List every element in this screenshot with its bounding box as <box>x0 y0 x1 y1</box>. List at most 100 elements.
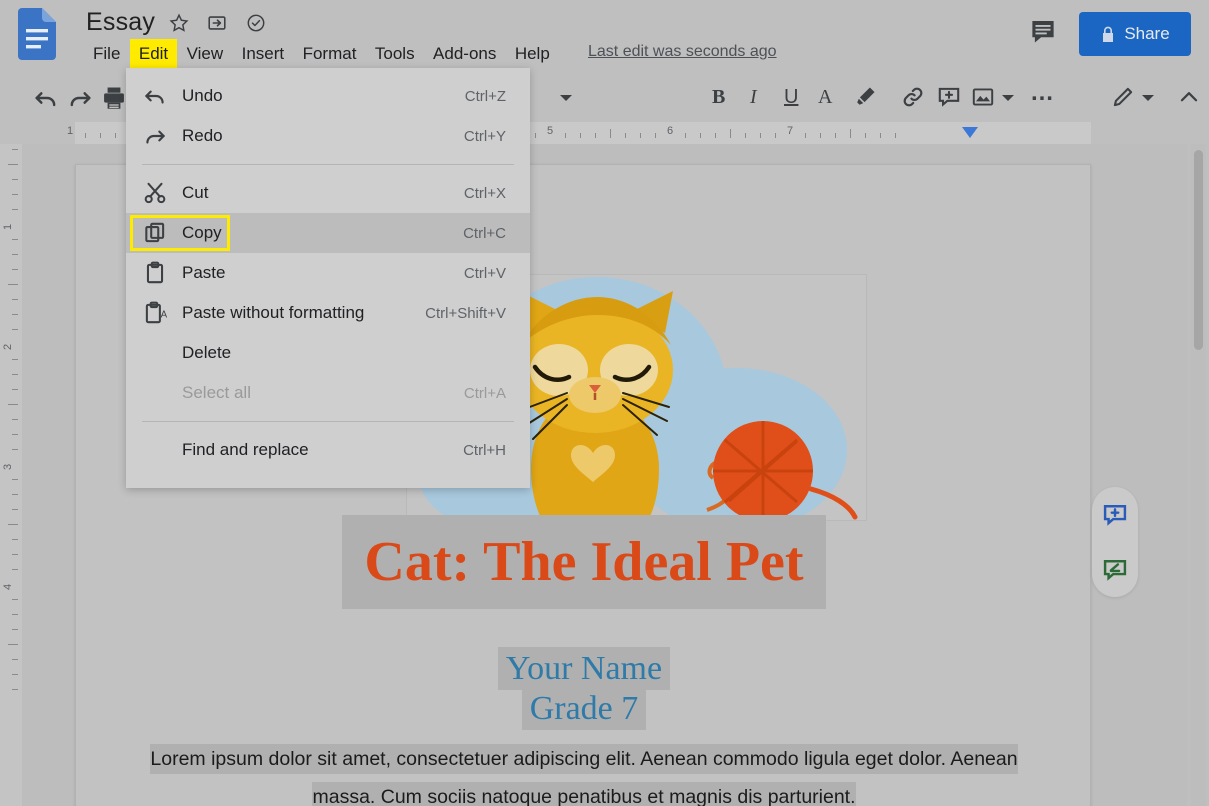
menu-format[interactable]: Format <box>296 41 364 67</box>
doc-heading[interactable]: Cat: The Ideal Pet <box>76 515 1092 609</box>
undo-icon <box>142 83 168 109</box>
last-edit-status[interactable]: Last edit was seconds ago <box>588 43 777 61</box>
ruler-tick <box>865 133 866 138</box>
comment-history-icon[interactable] <box>1028 16 1058 46</box>
document-title[interactable]: Essay <box>86 6 155 38</box>
no-icon <box>142 380 168 406</box>
ruler-tick <box>12 674 18 675</box>
menu-bar: File Edit View Insert Format Tools Add-o… <box>86 41 557 67</box>
menu-view[interactable]: View <box>180 41 231 67</box>
ruler-tick <box>12 359 18 360</box>
menu-edit[interactable]: Edit <box>131 41 176 67</box>
vertical-ruler[interactable]: 1 2 3 4 <box>0 144 22 806</box>
menu-item-copy[interactable]: Copy Ctrl+C <box>126 213 530 253</box>
menu-item-paste-without-formatting-shortcut: Ctrl+Shift+V <box>425 304 506 322</box>
cloud-saved-icon[interactable] <box>245 12 267 34</box>
bold-button[interactable]: B <box>712 86 725 109</box>
ruler-tick <box>12 434 18 435</box>
ruler-tick <box>835 133 836 138</box>
menu-item-redo-label: Redo <box>182 126 223 145</box>
menu-add-ons[interactable]: Add-ons <box>426 41 503 67</box>
menu-item-find-and-replace[interactable]: Find and replace Ctrl+H <box>126 430 530 470</box>
ruler-tick <box>745 133 746 138</box>
ruler-tick <box>12 329 18 330</box>
doc-heading-text: Cat: The Ideal Pet <box>342 515 826 609</box>
menu-item-redo-shortcut: Ctrl+Y <box>463 127 506 145</box>
ruler-tick <box>565 133 566 138</box>
ruler-tick <box>805 133 806 138</box>
ruler-tick <box>580 133 581 138</box>
ruler-tick <box>12 374 18 375</box>
editing-mode-caret-icon[interactable] <box>1138 88 1158 108</box>
ruler-tick <box>880 133 881 138</box>
docs-file-icon[interactable] <box>16 8 56 60</box>
ruler-tick <box>8 644 18 645</box>
doc-subtitle-name[interactable]: Your Name <box>76 647 1092 690</box>
menu-item-paste-without-formatting[interactable]: A Paste without formatting Ctrl+Shift+V <box>126 293 530 333</box>
highlighter-icon[interactable] <box>852 84 880 112</box>
chevron-up-icon[interactable] <box>1176 84 1204 112</box>
no-icon <box>142 437 168 463</box>
pencil-icon[interactable] <box>1110 84 1138 112</box>
menu-insert[interactable]: Insert <box>235 41 292 67</box>
ruler-tick <box>535 133 536 138</box>
image-dropdown-caret-icon[interactable] <box>998 88 1018 108</box>
ruler-number: 1 <box>66 125 74 137</box>
doc-subtitle-grade-text: Grade 7 <box>521 687 647 730</box>
menu-item-select-all-label: Select all <box>182 383 251 402</box>
clipboard-a-icon: A <box>142 300 168 326</box>
menu-item-cut[interactable]: Cut Ctrl+X <box>126 173 530 213</box>
menu-item-delete[interactable]: Delete <box>126 333 530 373</box>
right-margin-marker[interactable] <box>962 127 978 138</box>
menu-help[interactable]: Help <box>508 41 557 67</box>
vertical-scrollbar-thumb[interactable] <box>1194 150 1203 350</box>
share-button-label: Share <box>1124 24 1170 43</box>
svg-text:A: A <box>161 309 168 320</box>
add-comment-float-button[interactable] <box>1101 501 1129 529</box>
copy-icon <box>142 220 168 246</box>
ruler-tick <box>595 133 596 138</box>
vertical-scrollbar[interactable] <box>1191 144 1206 806</box>
doc-body[interactable]: Lorem ipsum dolor sit amet, consectetuer… <box>124 740 1044 806</box>
menu-item-paste[interactable]: Paste Ctrl+V <box>126 253 530 293</box>
ruler-tick <box>12 254 18 255</box>
menu-item-undo[interactable]: Undo Ctrl+Z <box>126 76 530 116</box>
ruler-tick <box>8 284 18 285</box>
ruler-tick <box>12 149 18 150</box>
top-bar: Essay File Edit View Insert Format Tools <box>0 0 1209 74</box>
doc-subtitle-grade[interactable]: Grade 7 <box>76 687 1092 730</box>
menu-tools[interactable]: Tools <box>368 41 422 67</box>
menu-item-cut-shortcut: Ctrl+X <box>463 184 506 202</box>
menu-file[interactable]: File <box>86 41 127 67</box>
vertical-ruler-ticks: 1 2 3 4 <box>0 144 22 806</box>
insert-link-icon[interactable] <box>900 84 928 112</box>
menu-item-copy-row[interactable]: Copy Ctrl+C <box>126 213 530 253</box>
zoom-dropdown-caret-icon[interactable] <box>556 88 576 108</box>
redo-icon[interactable] <box>66 84 94 112</box>
italic-button[interactable]: I <box>750 86 757 109</box>
ruler-number: 4 <box>2 583 14 590</box>
text-color-button[interactable]: A <box>818 86 832 109</box>
star-icon[interactable] <box>168 12 190 34</box>
share-button[interactable]: Share <box>1079 12 1191 56</box>
ruler-tick <box>895 133 896 138</box>
menu-item-redo[interactable]: Redo Ctrl+Y <box>126 116 530 156</box>
ruler-tick <box>12 494 18 495</box>
underline-button[interactable]: U <box>784 86 798 109</box>
undo-icon[interactable] <box>32 84 60 112</box>
ruler-tick <box>715 133 716 138</box>
more-options-button[interactable]: … <box>1030 81 1054 105</box>
ruler-number: 5 <box>546 125 554 137</box>
ruler-tick <box>12 239 18 240</box>
menu-item-paste-without-formatting-label: Paste without formatting <box>182 303 365 322</box>
print-icon[interactable] <box>100 84 128 112</box>
add-comment-icon[interactable] <box>936 84 964 112</box>
move-to-folder-icon[interactable] <box>206 12 228 34</box>
edit-menu-dropdown[interactable]: Undo Ctrl+Z Redo Ctrl+Y Cut Ctrl+X Copy … <box>126 68 530 488</box>
suggest-edit-float-button[interactable] <box>1101 556 1129 584</box>
ruler-tick <box>12 419 18 420</box>
no-icon <box>142 340 168 366</box>
ruler-tick <box>655 133 656 138</box>
insert-image-icon[interactable] <box>970 84 998 112</box>
menu-item-undo-label: Undo <box>182 86 223 105</box>
